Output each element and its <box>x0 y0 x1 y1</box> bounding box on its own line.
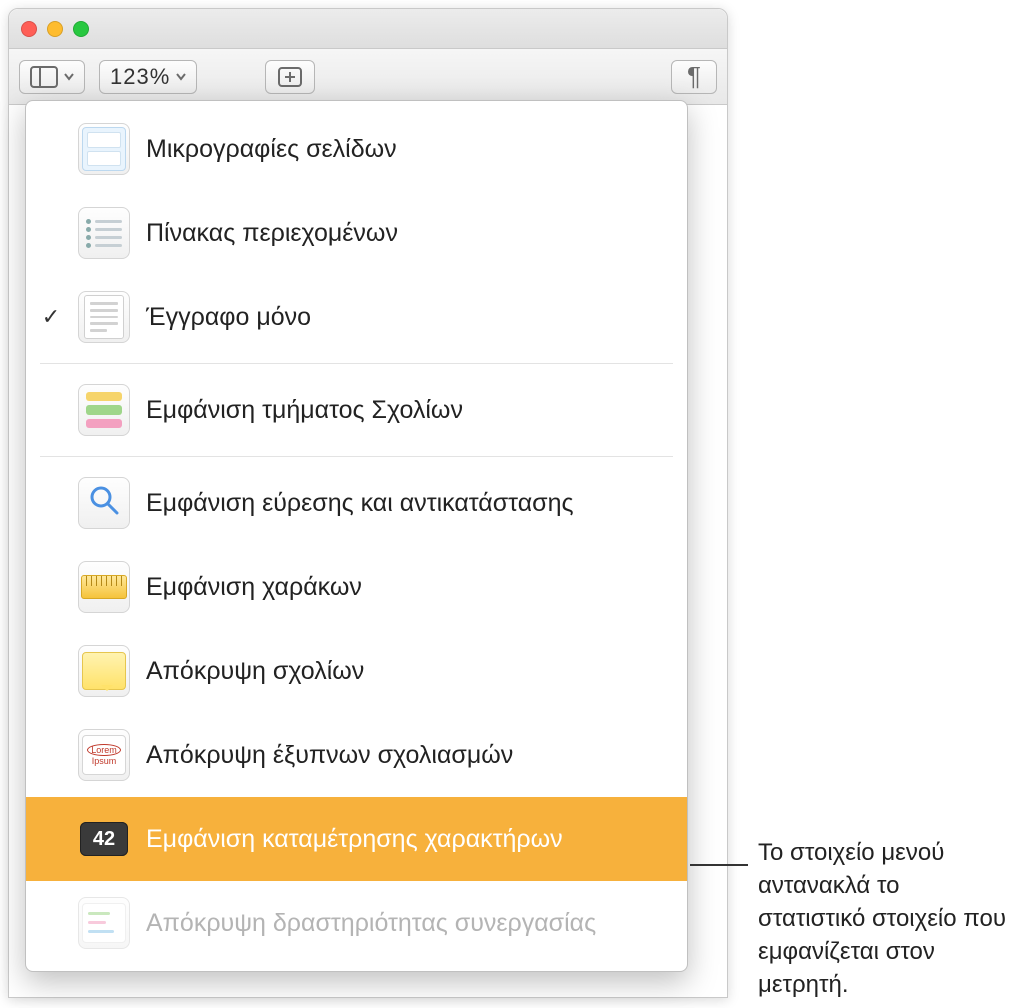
menu-separator <box>40 363 673 364</box>
menu-item-label: Έγγραφο μόνο <box>146 303 311 332</box>
add-page-icon <box>277 66 303 88</box>
pilcrow-icon: ¶ <box>687 61 701 92</box>
menu-item-find-replace[interactable]: Εμφάνιση εύρεσης και αντικατάστασης <box>26 461 687 545</box>
thumbnails-icon <box>78 123 130 175</box>
menu-item-document-only[interactable]: ✓ Έγγραφο μόνο <box>26 275 687 359</box>
comments-pane-icon <box>78 384 130 436</box>
toc-icon <box>78 207 130 259</box>
document-icon <box>78 291 130 343</box>
menu-item-label: Εμφάνιση καταμέτρησης χαρακτήρων <box>146 825 563 854</box>
collaboration-activity-icon <box>78 897 130 949</box>
zoom-select[interactable]: 123% <box>99 60 197 94</box>
window-controls <box>21 21 89 37</box>
zoom-window-button[interactable] <box>73 21 89 37</box>
close-window-button[interactable] <box>21 21 37 37</box>
titlebar <box>9 9 727 49</box>
chevron-down-icon <box>176 73 186 81</box>
menu-item-label: Εμφάνιση τμήματος Σχολίων <box>146 396 463 425</box>
menu-item-show-rulers[interactable]: Εμφάνιση χαράκων <box>26 545 687 629</box>
callout-text: Το στοιχείο μενού αντανακλά το στατιστικ… <box>758 836 1013 1001</box>
zoom-value: 123% <box>110 64 170 90</box>
chevron-down-icon <box>64 73 74 81</box>
menu-item-page-thumbnails[interactable]: Μικρογραφίες σελίδων <box>26 107 687 191</box>
menu-item-label: Εμφάνιση χαράκων <box>146 573 362 602</box>
menu-item-hide-comments[interactable]: Απόκρυψη σχολίων <box>26 629 687 713</box>
sticky-note-icon <box>78 645 130 697</box>
menu-item-label: Εμφάνιση εύρεσης και αντικατάστασης <box>146 489 574 518</box>
toolbar: 123% ¶ <box>9 49 727 105</box>
menu-item-show-comments-pane[interactable]: Εμφάνιση τμήματος Σχολίων <box>26 368 687 452</box>
show-invisibles-button[interactable]: ¶ <box>671 60 717 94</box>
count-badge: 42 <box>80 822 128 856</box>
view-menu: Μικρογραφίες σελίδων Πίνακας περιεχομένω… <box>25 100 688 972</box>
menu-item-hide-smart-annotations[interactable]: LoremIpsum Απόκρυψη έξυπνων σχολιασμών <box>26 713 687 797</box>
checkmark-icon: ✓ <box>40 304 62 330</box>
view-menu-button[interactable] <box>19 60 85 94</box>
smart-annotations-icon: LoremIpsum <box>78 729 130 781</box>
minimize-window-button[interactable] <box>47 21 63 37</box>
callout-line <box>690 864 748 866</box>
menu-item-hide-collaboration-activity: Απόκρυψη δραστηριότητας συνεργασίας <box>26 881 687 965</box>
menu-item-show-character-count[interactable]: 42 Εμφάνιση καταμέτρησης χαρακτήρων <box>26 797 687 881</box>
menu-item-label: Πίνακας περιεχομένων <box>146 219 398 248</box>
menu-item-label: Απόκρυψη έξυπνων σχολιασμών <box>146 741 513 770</box>
ruler-icon <box>78 561 130 613</box>
sidebar-icon <box>30 66 58 88</box>
search-icon <box>78 477 130 529</box>
menu-item-label: Απόκρυψη σχολίων <box>146 657 364 686</box>
menu-item-table-of-contents[interactable]: Πίνακας περιεχομένων <box>26 191 687 275</box>
insert-button[interactable] <box>265 60 315 94</box>
menu-item-label: Μικρογραφίες σελίδων <box>146 135 397 164</box>
menu-separator <box>40 456 673 457</box>
menu-item-label: Απόκρυψη δραστηριότητας συνεργασίας <box>146 909 596 938</box>
word-count-icon: 42 <box>78 813 130 865</box>
